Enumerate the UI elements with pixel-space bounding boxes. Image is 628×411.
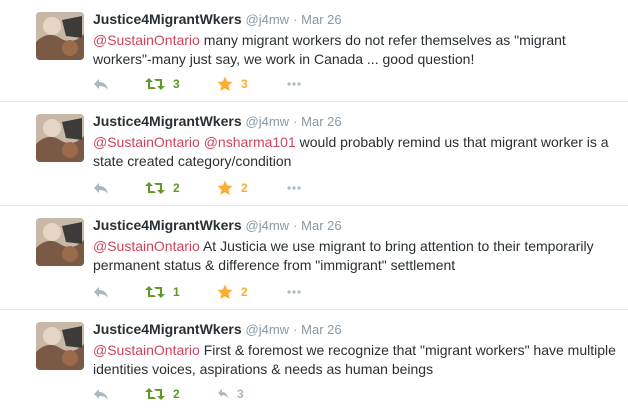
tweet-text: @SustainOntario First & foremost we reco… [93,341,616,379]
author-handle[interactable]: @j4mw [246,12,290,27]
author-name[interactable]: Justice4MigrantWkers [93,217,242,233]
avatar[interactable] [36,218,84,266]
reply-button[interactable] [93,283,145,301]
tweet-text: @SustainOntario many migrant workers do … [93,31,616,69]
more-icon [287,186,301,190]
retweet-count: 3 [173,77,180,91]
mention-link[interactable]: @SustainOntario [93,238,200,254]
reply-button[interactable] [93,385,145,403]
author-name[interactable]: Justice4MigrantWkers [93,113,242,129]
author-name[interactable]: Justice4MigrantWkers [93,11,242,27]
star-icon [217,76,233,91]
separator: · [292,12,298,27]
more-button[interactable] [287,179,307,197]
retweet-button[interactable]: 2 [145,179,217,197]
avatar-image [36,12,84,60]
author-handle[interactable]: @j4mw [246,322,290,337]
favorite-button[interactable]: 2 [217,179,287,197]
avatar-image [36,322,84,370]
reply-icon [94,287,108,298]
timestamp[interactable]: Mar 26 [301,322,341,337]
tweet[interactable]: Justice4MigrantWkers @j4mw · Mar 26 @Sus… [0,206,628,310]
reply-icon [94,389,108,400]
reply-arrow-icon [218,389,228,399]
reply-icon [94,183,108,194]
separator: · [292,322,298,337]
favorite-button[interactable]: 3 [217,385,287,403]
tweet-actions: 1 2 [93,283,307,301]
favorite-count: 3 [241,77,248,91]
tweet-text: @SustainOntario At Justicia we use migra… [93,237,616,275]
tweet-header: Justice4MigrantWkers @j4mw · Mar 26 [93,10,616,29]
more-button[interactable] [287,75,307,93]
tweet[interactable]: Justice4MigrantWkers @j4mw · Mar 26 @Sus… [0,310,628,411]
separator: · [292,218,298,233]
author-handle[interactable]: @j4mw [246,114,290,129]
retweet-button[interactable]: 3 [145,75,217,93]
avatar[interactable] [36,322,84,370]
retweet-button[interactable]: 1 [145,283,217,301]
retweet-icon [145,286,165,298]
tweet-text: @SustainOntario @nsharma101 would probab… [93,133,616,171]
retweet-count: 2 [173,181,180,195]
author-name[interactable]: Justice4MigrantWkers [93,321,242,337]
favorite-button[interactable]: 3 [217,75,287,93]
more-icon [287,290,301,294]
tweet-timeline: Justice4MigrantWkers @j4mw · Mar 26 @Sus… [0,0,628,411]
favorite-count: 2 [241,285,248,299]
more-button[interactable] [287,283,307,301]
avatar-image [36,218,84,266]
reply-icon [94,79,108,90]
tweet-header: Justice4MigrantWkers @j4mw · Mar 26 [93,216,616,235]
author-handle[interactable]: @j4mw [246,218,290,233]
retweet-icon [145,388,165,400]
star-icon [217,284,233,299]
mention-link[interactable]: @nsharma101 [200,134,296,150]
avatar[interactable] [36,114,84,162]
mention-link[interactable]: @SustainOntario [93,32,200,48]
retweet-icon [145,78,165,90]
tweet-actions: 3 3 [93,75,307,93]
favorite-count: 2 [241,181,248,195]
star-icon [217,180,233,195]
retweet-count: 2 [173,387,180,401]
retweet-count: 1 [173,285,180,299]
retweet-button[interactable]: 2 [145,385,217,403]
more-icon [287,82,301,86]
tweet-header: Justice4MigrantWkers @j4mw · Mar 26 [93,112,616,131]
tweet-actions: 2 2 [93,179,307,197]
timestamp[interactable]: Mar 26 [301,114,341,129]
avatar-image [36,114,84,162]
favorite-count: 3 [237,387,244,401]
mention-link[interactable]: @SustainOntario [93,342,200,358]
reply-button[interactable] [93,179,145,197]
reply-button[interactable] [93,75,145,93]
tweet[interactable]: Justice4MigrantWkers @j4mw · Mar 26 @Sus… [0,0,628,102]
tweet-header: Justice4MigrantWkers @j4mw · Mar 26 [93,320,616,339]
tweet-actions: 2 3 [93,385,287,403]
timestamp[interactable]: Mar 26 [301,12,341,27]
avatar[interactable] [36,12,84,60]
tweet[interactable]: Justice4MigrantWkers @j4mw · Mar 26 @Sus… [0,102,628,206]
mention-link[interactable]: @SustainOntario [93,134,200,150]
timestamp[interactable]: Mar 26 [301,218,341,233]
retweet-icon [145,182,165,194]
separator: · [292,114,298,129]
favorite-button[interactable]: 2 [217,283,287,301]
